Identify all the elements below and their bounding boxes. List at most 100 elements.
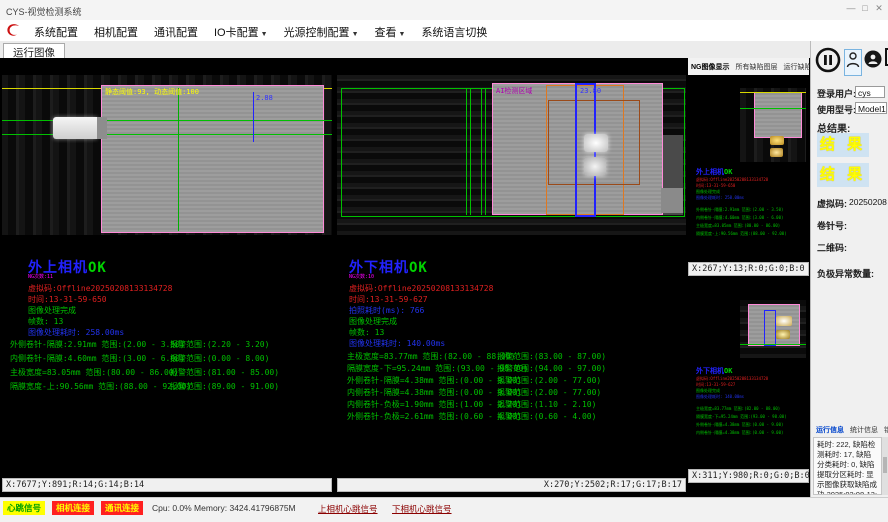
comm-connect-badge: 通讯连接 xyxy=(101,501,143,515)
alarm-range: 报警范围:(2.00 - 77.00) xyxy=(497,375,601,386)
contact-highlight xyxy=(584,134,608,152)
camera-result-title: 外上相机OK xyxy=(696,167,732,177)
upper-camera-heartbeat-link[interactable]: 上相机心跳信号 xyxy=(318,503,378,515)
bright-defect-spot xyxy=(770,136,784,145)
lower-camera-coords: X:270;Y:2502;R:17;G:17;B:17 xyxy=(337,478,686,492)
thumbnail-lower-camera[interactable]: 外下相机OK 虚拟码:Offline20250208133134728 时间:1… xyxy=(688,282,809,469)
measurement-row: 内侧卷针-隔膜=4.38mm 范围:(0.00 - 9.00) xyxy=(347,387,522,398)
menu-view[interactable]: 查看▼ xyxy=(367,24,414,40)
measurement-row: 主极宽度=83.77mm 范围:(82.00 - 88.00) xyxy=(347,351,515,362)
trigger-time-text: 拍照耗时(ms): 766 xyxy=(349,305,424,316)
close-button[interactable]: ✕ xyxy=(872,3,886,14)
menu-camera-config[interactable]: 相机配置 xyxy=(86,24,146,40)
tab-run-info[interactable]: 运行信息 xyxy=(814,425,846,435)
measurement-row: 外侧卷针-负极=2.61mm 范围:(0.60 - 4.00) xyxy=(347,411,522,422)
tab-all-defect-layers[interactable]: 所有缺陷图层 xyxy=(733,62,781,72)
frame-count-text: 帧数: 13 xyxy=(28,316,63,327)
alarm-range: 报警范围:(1.10 - 2.10) xyxy=(497,399,596,410)
bright-defect-spot xyxy=(776,330,790,339)
log-scrollbar-thumb[interactable] xyxy=(883,457,887,473)
alarm-range: 报警范围:(0.00 - 8.00) xyxy=(170,353,269,364)
thumbnail1-coords: X:267;Y:13;R:0;G:0;B:0 xyxy=(688,262,809,276)
status-bar: 心跳信号 相机连接 通讯连接 Cpu: 0.0% Memory: 3424.41… xyxy=(0,497,888,522)
login-user-value[interactable]: cys xyxy=(855,86,885,98)
measurement-row: 隔膜宽度-上:90.56mm 范围:(88.00 - 92.00) xyxy=(10,381,191,392)
tab-error-info[interactable]: 错误信息 xyxy=(882,425,888,435)
right-sidebar: 登录用户: cys 使用型号: Model1 总结果: 结 果 结 果 虚拟码:… xyxy=(810,41,888,497)
ng-count-text: NG次数:10 xyxy=(349,273,374,280)
pause-button[interactable] xyxy=(815,47,841,78)
green-guide-line xyxy=(481,88,482,215)
measurement-row: 外侧卷针-隔膜:2.91mm 范围:(2.00 - 3.50) xyxy=(10,339,185,350)
exit-button[interactable] xyxy=(884,47,888,72)
frame-count-text: 帧数: 13 xyxy=(349,327,384,338)
user-login-button[interactable] xyxy=(844,49,862,76)
cpu-memory-text: Cpu: 0.0% Memory: 3424.41796875M xyxy=(152,503,296,513)
menu-light-config[interactable]: 光源控制配置▼ xyxy=(276,24,367,40)
log-scrollbar[interactable] xyxy=(881,437,888,495)
green-guide-line xyxy=(2,120,332,121)
mini-measure-row: 外侧卷针-隔膜=4.38mm 范围:(0.00 - 9.00) xyxy=(696,422,783,428)
green-guide-line xyxy=(740,344,806,345)
barcode-text: 虚拟码:Offline20250208133134728 xyxy=(28,283,172,294)
upper-camera-view[interactable]: 2.88 静态阈值:93, 动态阈值:100 外上相机OK NG次数:11 虚拟… xyxy=(2,75,332,478)
mini-measure-row: 隔膜宽度-上:90.56mm 范围:(88.00 - 92.00) xyxy=(696,231,787,237)
chevron-down-icon: ▼ xyxy=(261,31,268,38)
virtual-code-label: 虚拟码: xyxy=(817,197,847,210)
lower-camera-image: AI检测区域 23.80 xyxy=(337,75,686,235)
menu-system-config[interactable]: 系统配置 xyxy=(26,24,86,40)
app-window: CYS-视觉检测系统 — □ ✕ 系统配置 相机配置 通讯配置 IO卡配置▼ 光… xyxy=(0,0,888,522)
upper-camera-image: 2.88 静态阈值:93, 动态阈值:100 xyxy=(2,75,332,235)
measure-tag: 23.80 xyxy=(580,87,601,95)
camera-connect-badge: 相机连接 xyxy=(52,501,94,515)
maximize-button[interactable]: □ xyxy=(858,3,872,13)
menu-language-switch[interactable]: 系统语言切换 xyxy=(413,24,495,40)
thumbnail-image xyxy=(740,88,806,162)
menu-io-config[interactable]: IO卡配置▼ xyxy=(206,24,276,40)
tab-ng-image[interactable]: NG图像显示 xyxy=(688,62,733,72)
green-guide-line xyxy=(2,134,332,135)
green-guide-line xyxy=(178,88,179,231)
mini-measure-row: 主极宽度=83.77mm 范围:(82.00 - 88.00) xyxy=(696,406,780,412)
thumbnail-tab-strip: NG图像显示 所有缺陷图层 运行缺陷图层 xyxy=(688,58,809,76)
alarm-range: 报警范围:(2.20 - 3.20) xyxy=(170,339,269,350)
window-title: CYS-视觉检测系统 xyxy=(6,5,82,18)
roi-rect xyxy=(101,85,324,233)
info-tab-strip: 运行信息 统计信息 错误信息 xyxy=(814,425,888,435)
alarm-range: 报警范围:(81.00 - 85.00) xyxy=(170,367,279,378)
run-log-text: 耗时: 222, 缺陷检测耗时: 17, 缺陷分类耗时: 0, 缺陷提取分区耗时… xyxy=(813,437,887,495)
minimize-button[interactable]: — xyxy=(844,3,858,13)
green-guide-line xyxy=(470,88,471,215)
negative-count-label: 负极异常数量: xyxy=(817,267,874,280)
menu-items: 系统配置 相机配置 通讯配置 IO卡配置▼ 光源控制配置▼ 查看▼ 系统语言切换 xyxy=(26,24,495,40)
ng-count-text: NG次数:11 xyxy=(28,273,53,280)
mini-measure-row: 内侧卷针-隔膜:4.60mm 范围:(3.00 - 6.00) xyxy=(696,215,783,221)
camera-result-title: 外下相机OK xyxy=(696,366,732,376)
model-select[interactable]: Model1 xyxy=(855,102,887,114)
tab-stats-info[interactable]: 统计信息 xyxy=(848,425,880,435)
process-time-text: 图像处理耗时: 140.00ms xyxy=(349,338,445,349)
green-guide-line xyxy=(466,88,467,215)
lower-camera-heartbeat-link[interactable]: 下相机心跳信号 xyxy=(392,503,452,515)
tab-strip: 运行图像 xyxy=(0,41,888,59)
time-text: 时间:13-31-59-650 xyxy=(28,294,107,305)
green-guide-line xyxy=(740,108,806,109)
yellow-guide-line xyxy=(740,92,806,93)
measurement-row: 内侧卷针-负极=1.90mm 范围:(1.00 - 2.20) xyxy=(347,399,522,410)
lower-camera-view[interactable]: AI检测区域 23.80 外下相机OK NG次数:10 虚拟码:Offline2… xyxy=(337,75,686,478)
gray-band xyxy=(661,188,683,213)
thumbnail-image xyxy=(740,300,806,358)
green-guide-line xyxy=(485,88,486,215)
measurement-row: 主极宽度=83.05mm 范围:(80.00 - 86.00) xyxy=(10,367,178,378)
thumbnail-upper-camera[interactable]: 外上相机OK 虚拟码:Offline20250208133134728 时间:1… xyxy=(688,75,809,276)
admin-user-button[interactable] xyxy=(864,50,882,73)
time-text: 时间:13-31-59-627 xyxy=(349,294,428,305)
probe-tip xyxy=(97,117,107,139)
thumbnail2-coords: X:311;Y:980;R:0;G:0;B:0 xyxy=(688,469,809,483)
alarm-range: 报警范围:(0.60 - 4.00) xyxy=(497,411,596,422)
mini-measure-row: 内侧卷针-隔膜=4.38mm 范围:(0.00 - 9.00) xyxy=(696,430,783,436)
title-bar: CYS-视觉检测系统 — □ ✕ xyxy=(0,0,888,21)
mini-measure-row: 主极宽度=83.05mm 范围:(80.00 - 86.00) xyxy=(696,223,780,229)
menu-comm-config[interactable]: 通讯配置 xyxy=(146,24,206,40)
heartbeat-status-badge: 心跳信号 xyxy=(3,501,45,515)
